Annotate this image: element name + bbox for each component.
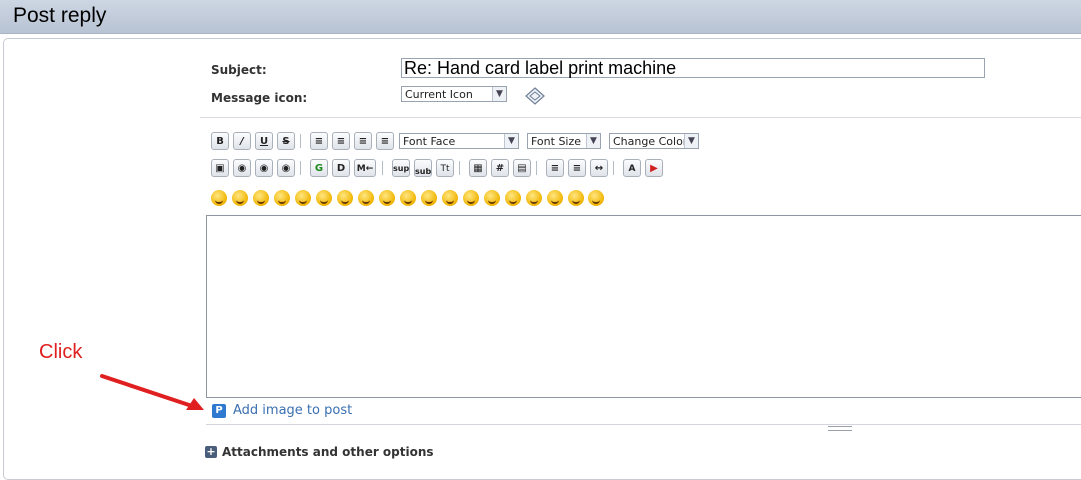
superscript-button[interactable]: sup xyxy=(392,159,410,177)
bullet-list-button[interactable]: ≡ xyxy=(546,159,564,177)
horizontal-rule-button[interactable]: ↔ xyxy=(590,159,608,177)
smiley-icon[interactable] xyxy=(295,190,311,206)
toolbar-separator xyxy=(613,161,614,175)
align-center-button[interactable]: ≡ xyxy=(354,132,372,150)
message-icon-select-value: Current Icon xyxy=(405,88,473,101)
font-face-select-value: Font Face xyxy=(403,135,456,148)
insert-email-button[interactable]: ◉ xyxy=(277,159,295,177)
textarea-resize-bar[interactable] xyxy=(206,424,1081,431)
font-size-select[interactable]: Font Size ▼ xyxy=(527,133,601,149)
expand-plus-icon[interactable]: + xyxy=(205,446,217,458)
font-size-select-value: Font Size xyxy=(531,135,582,148)
smiley-icon[interactable] xyxy=(400,190,416,206)
insert-image-button[interactable]: ▣ xyxy=(211,159,229,177)
click-annotation-label: Click xyxy=(39,341,83,363)
align-right-button[interactable]: ≡ xyxy=(376,132,394,150)
message-icon-select[interactable]: Current Icon ▼ xyxy=(401,86,507,102)
subject-input[interactable]: Re: Hand card label print machine xyxy=(401,58,985,78)
subject-label: Subject: xyxy=(211,63,267,77)
toolbar-separator xyxy=(300,134,301,148)
numbered-list-button[interactable]: ≡ xyxy=(568,159,586,177)
toolbar-separator xyxy=(459,161,460,175)
smiley-icon[interactable] xyxy=(547,190,563,206)
message-textarea[interactable] xyxy=(206,215,1081,398)
strikethrough-button[interactable]: S xyxy=(277,132,295,150)
source-mode-button[interactable]: ▶ xyxy=(645,159,663,177)
italic-button[interactable]: / xyxy=(233,132,251,150)
text-case-button[interactable]: Tt xyxy=(436,159,454,177)
page-title: Post reply xyxy=(13,4,107,27)
add-image-icon[interactable]: P xyxy=(212,404,226,418)
smiley-icon[interactable] xyxy=(337,190,353,206)
bold-button[interactable]: B xyxy=(211,132,229,150)
smiley-icon[interactable] xyxy=(442,190,458,206)
insert-link-button[interactable]: ◉ xyxy=(233,159,251,177)
media-button[interactable]: M← xyxy=(354,159,376,177)
smiley-icon[interactable] xyxy=(526,190,542,206)
divider xyxy=(200,117,1081,118)
smiley-icon[interactable] xyxy=(463,190,479,206)
change-color-select[interactable]: Change Color ▼ xyxy=(609,133,699,149)
smiley-icon[interactable] xyxy=(421,190,437,206)
align-left-button[interactable]: ≡ xyxy=(310,132,328,150)
change-color-select-value: Change Color xyxy=(613,135,688,148)
subscript-button[interactable]: sub xyxy=(414,159,432,177)
smiley-icon[interactable] xyxy=(232,190,248,206)
smiley-icon[interactable] xyxy=(568,190,584,206)
smiley-icon[interactable] xyxy=(316,190,332,206)
unlink-button[interactable]: ◉ xyxy=(255,159,273,177)
smiley-icon[interactable] xyxy=(588,190,604,206)
toolbar-separator xyxy=(300,161,301,175)
toolbar-separator xyxy=(382,161,383,175)
quote-button[interactable]: ▤ xyxy=(513,159,531,177)
add-image-link[interactable]: Add image to post xyxy=(233,403,352,418)
chevron-down-icon: ▼ xyxy=(684,134,698,148)
toolbar-separator xyxy=(536,161,537,175)
smiley-icon[interactable] xyxy=(484,190,500,206)
chevron-down-icon: ▼ xyxy=(492,87,506,101)
chevron-down-icon: ▼ xyxy=(586,134,600,148)
google-button[interactable]: G xyxy=(310,159,328,177)
spellcheck-button[interactable]: A xyxy=(623,159,641,177)
smiley-icon[interactable] xyxy=(505,190,521,206)
chevron-down-icon: ▼ xyxy=(504,134,518,148)
smiley-icon[interactable] xyxy=(379,190,395,206)
code-button[interactable]: # xyxy=(491,159,509,177)
underline-button[interactable]: U xyxy=(255,132,273,150)
font-face-select[interactable]: Font Face ▼ xyxy=(399,133,519,149)
smiley-icon[interactable] xyxy=(211,190,227,206)
message-icon-label: Message icon: xyxy=(211,91,308,105)
table-button[interactable]: ▦ xyxy=(469,159,487,177)
align-justify-button[interactable]: ≡ xyxy=(332,132,350,150)
red-arrow-icon xyxy=(100,374,204,410)
smiley-icon[interactable] xyxy=(274,190,290,206)
resize-grip-icon[interactable] xyxy=(828,426,852,431)
header-bar: Post reply xyxy=(0,0,1081,34)
smiley-icon[interactable] xyxy=(253,190,269,206)
message-icon-preview-icon xyxy=(525,87,545,105)
smiley-icon[interactable] xyxy=(358,190,374,206)
dictionary-button[interactable]: D xyxy=(332,159,350,177)
attachments-toggle[interactable]: Attachments and other options xyxy=(222,445,434,459)
